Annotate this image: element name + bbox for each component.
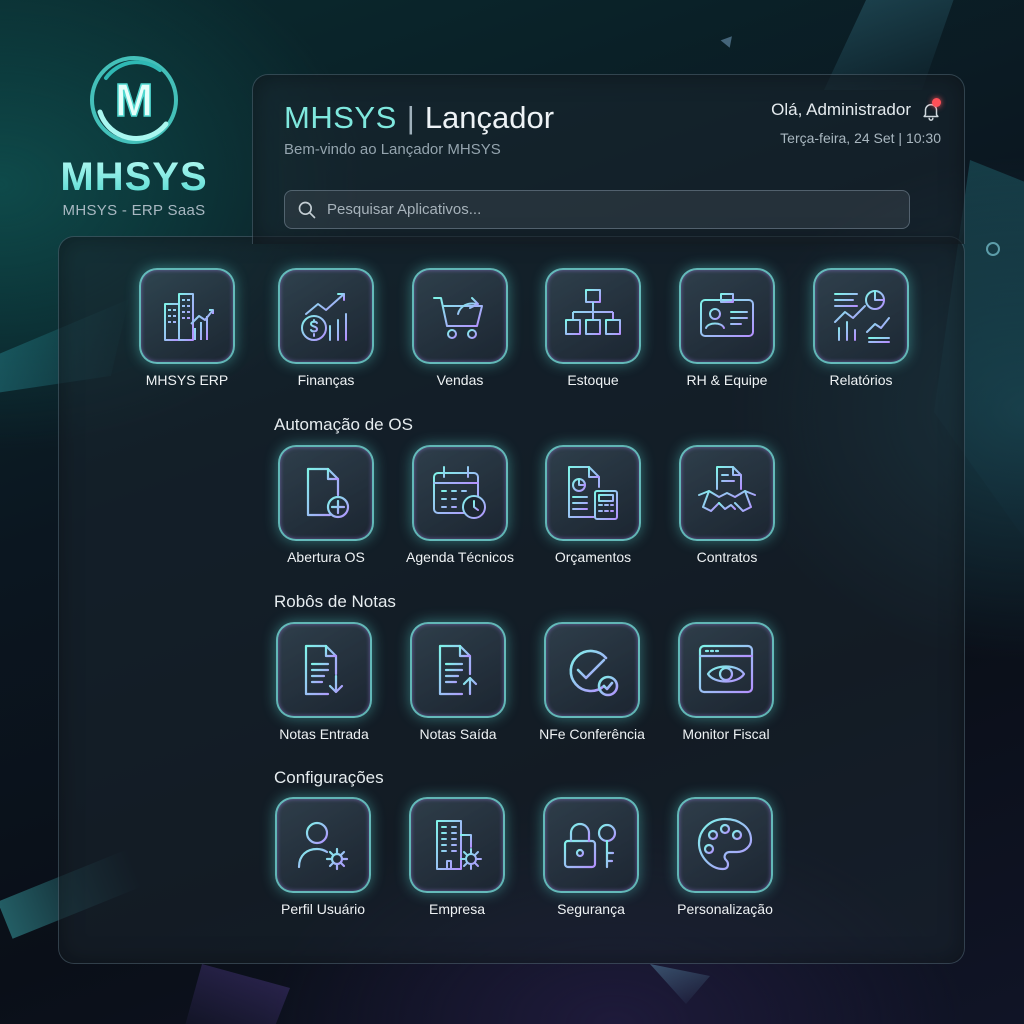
app-nfe-conferencia[interactable]: NFe Conferência (527, 622, 657, 742)
app-label: MHSYS ERP (145, 372, 229, 388)
app-label: Segurança (557, 901, 625, 917)
shopping-cart-icon (433, 297, 483, 339)
app-tile[interactable] (409, 797, 505, 893)
search-input[interactable] (327, 201, 878, 218)
app-rh-equipe[interactable]: RH & Equipe (662, 268, 792, 388)
title-brand: MHSYS (284, 100, 397, 135)
app-tile[interactable] (412, 445, 508, 541)
app-label: Estoque (567, 372, 619, 388)
app-label: Notas Entrada (279, 726, 369, 742)
app-notas-saida[interactable]: Notas Saída (393, 622, 523, 742)
handshake-document-icon (698, 466, 756, 512)
app-empresa[interactable]: Empresa (392, 797, 522, 917)
app-personalizacao[interactable]: Personalização (660, 797, 790, 917)
app-label: Contratos (696, 549, 758, 565)
app-tile[interactable] (543, 797, 639, 893)
app-label: Vendas (436, 372, 484, 388)
document-calculator-icon (568, 466, 618, 520)
app-agenda-tecnicos[interactable]: Agenda Técnicos (395, 445, 525, 565)
page-title: MHSYS | Lançador (284, 100, 554, 136)
background-ring (986, 242, 1000, 256)
app-tile[interactable] (544, 622, 640, 718)
logo-mark-icon: M (90, 56, 178, 144)
background-shard (180, 964, 290, 1024)
app-label: Orçamentos (554, 549, 632, 565)
logo-subtitle: MHSYS - ERP SaaS (62, 202, 206, 219)
welcome-text: Bem-vindo ao Lançador MHSYS (284, 141, 501, 158)
app-abertura-os[interactable]: Abertura OS (261, 445, 391, 565)
app-label: Personalização (677, 901, 773, 917)
app-monitor-fiscal[interactable]: Monitor Fiscal (661, 622, 791, 742)
app-tile[interactable] (677, 797, 773, 893)
app-tile[interactable] (679, 445, 775, 541)
app-label: Empresa (428, 901, 486, 917)
app-tile[interactable] (276, 622, 372, 718)
app-tile[interactable] (278, 268, 374, 364)
app-tile[interactable] (278, 445, 374, 541)
app-label: Monitor Fiscal (682, 726, 770, 742)
background-triangle (720, 36, 736, 50)
report-chart-icon (834, 290, 890, 343)
app-label: RH & Equipe (686, 372, 768, 388)
app-contratos[interactable]: Contratos (662, 445, 792, 565)
notification-badge (932, 98, 941, 107)
check-circle-icon (569, 649, 619, 697)
search-bar[interactable] (284, 190, 910, 229)
app-perfil-usuario[interactable]: Perfil Usuário (258, 797, 388, 917)
app-tile[interactable] (412, 268, 508, 364)
section-title-robos: Robôs de Notas (274, 592, 396, 611)
app-tile[interactable] (678, 622, 774, 718)
app-tile[interactable] (139, 268, 235, 364)
app-tile[interactable] (679, 268, 775, 364)
lock-key-icon (563, 822, 617, 869)
app-seguranca[interactable]: Segurança (526, 797, 656, 917)
inventory-tree-icon (565, 289, 621, 335)
app-label: Agenda Técnicos (406, 549, 514, 565)
date-time: Terça-feira, 24 Set | 10:30 (780, 130, 941, 146)
app-label: Abertura OS (287, 549, 365, 565)
document-add-icon (306, 467, 350, 519)
logo-name: MHSYS (54, 155, 214, 200)
app-tile[interactable] (275, 797, 371, 893)
app-tile[interactable] (545, 268, 641, 364)
palette-icon (697, 817, 753, 871)
section-title-configuracoes: Configurações (274, 768, 384, 787)
app-mhsys-erp[interactable]: MHSYS ERP (122, 268, 252, 388)
logo-letter: M (115, 74, 153, 126)
document-download-icon (304, 644, 344, 696)
search-icon (298, 201, 316, 218)
app-relatorios[interactable]: Relatórios (796, 268, 926, 388)
background-shard (650, 964, 710, 1004)
eye-window-icon (698, 644, 754, 694)
app-estoque[interactable]: Estoque (528, 268, 658, 388)
app-label: Finanças (297, 372, 355, 388)
company-settings-icon (436, 820, 482, 870)
brand-logo: M MHSYS MHSYS - ERP SaaS (54, 52, 214, 219)
document-upload-icon (438, 644, 478, 696)
app-notas-entrada[interactable]: Notas Entrada (259, 622, 389, 742)
section-title-automacao: Automação de OS (274, 415, 413, 434)
user-settings-icon (297, 821, 349, 871)
building-chart-icon (161, 293, 215, 341)
app-orcamentos[interactable]: Orçamentos (528, 445, 658, 565)
calendar-clock-icon (433, 466, 486, 519)
app-label: Relatórios (829, 372, 893, 388)
app-label: Perfil Usuário (280, 901, 366, 917)
app-financas[interactable]: Finanças (261, 268, 391, 388)
id-badge-icon (700, 293, 754, 337)
user-greeting[interactable]: Olá, Administrador (771, 100, 911, 120)
app-label: Notas Saída (419, 726, 497, 742)
app-label: NFe Conferência (539, 726, 645, 742)
app-tile[interactable] (410, 622, 506, 718)
title-name: Lançador (424, 100, 555, 135)
title-separator: | (406, 100, 415, 135)
app-vendas[interactable]: Vendas (395, 268, 525, 388)
coin-growth-icon (301, 293, 347, 341)
app-tile[interactable] (813, 268, 909, 364)
app-tile[interactable] (545, 445, 641, 541)
